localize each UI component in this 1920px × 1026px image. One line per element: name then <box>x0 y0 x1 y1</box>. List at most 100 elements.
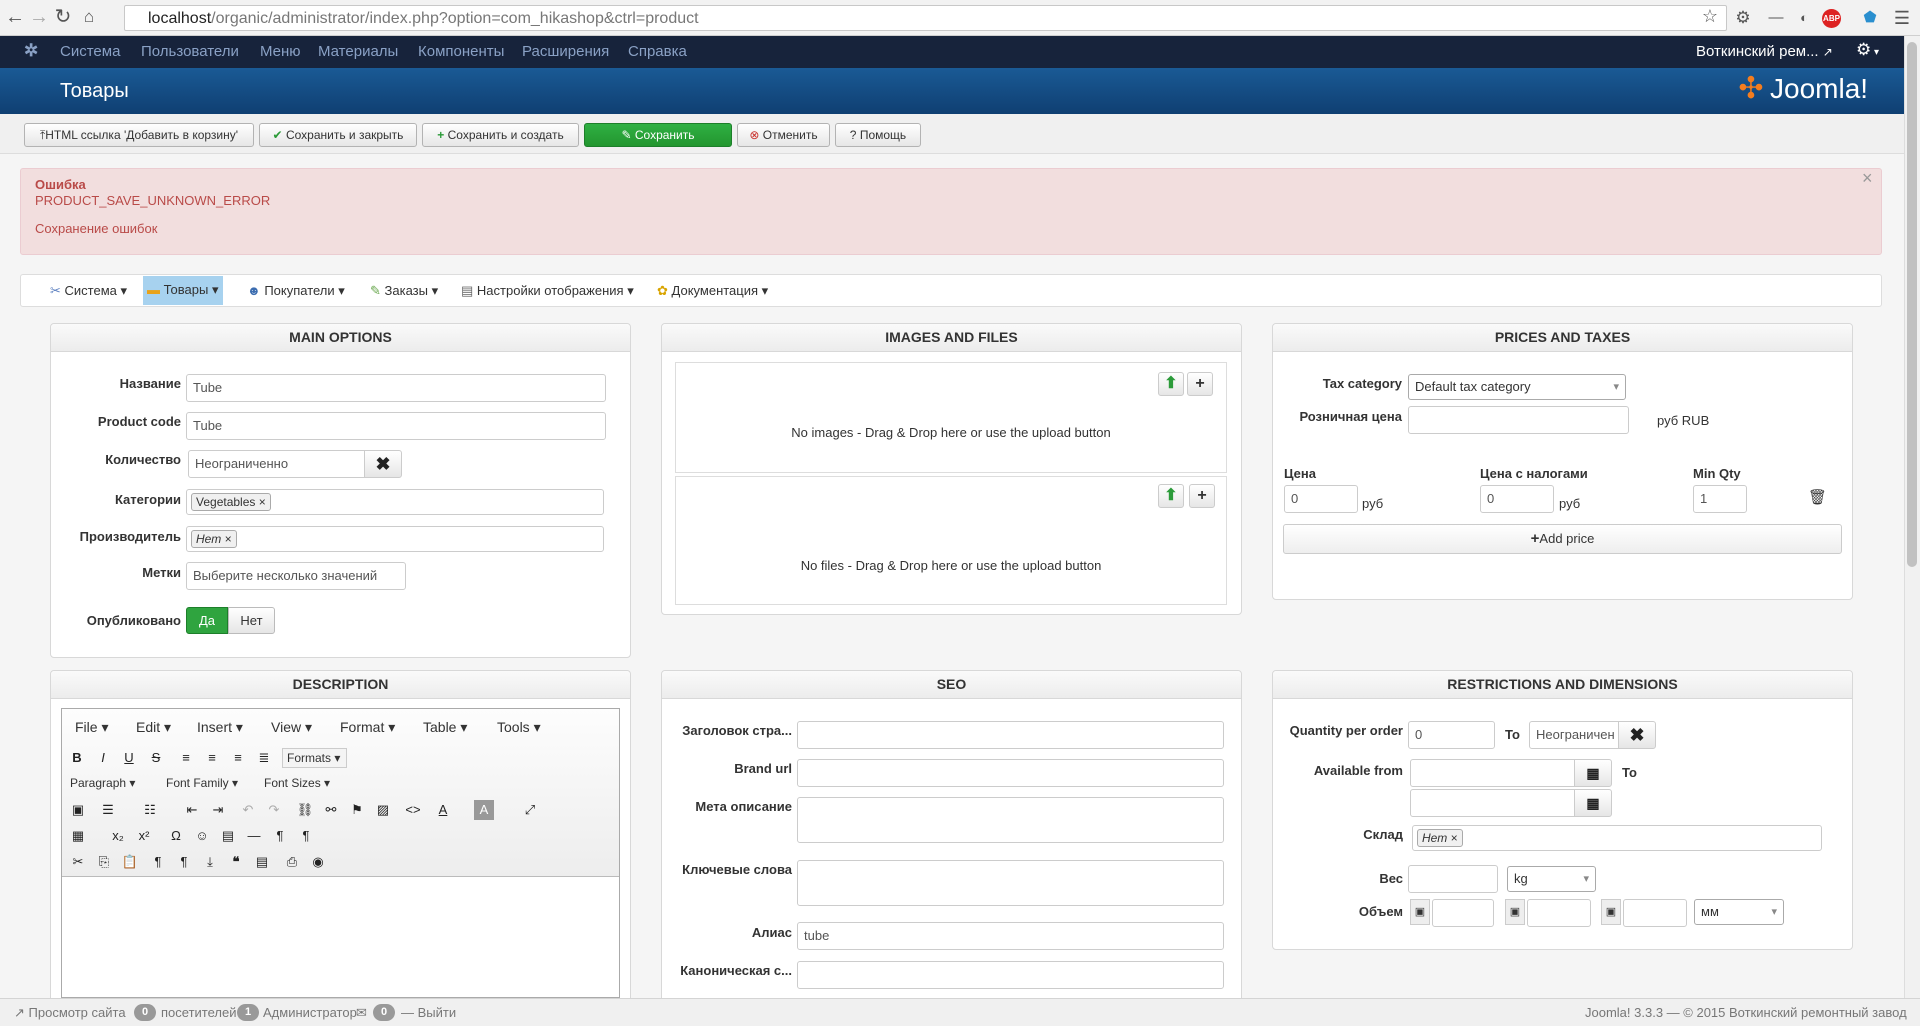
media-icon[interactable]: ▤ <box>218 826 238 846</box>
available-to-input[interactable] <box>1410 789 1575 817</box>
print-icon[interactable]: ⎙ <box>282 852 302 872</box>
html-link-button[interactable]: ⤒HTML ссылка 'Добавить в корзину' <box>24 123 254 147</box>
editor-menu-table[interactable]: Table ▾ <box>423 719 467 735</box>
extension-icon[interactable]: ⬟ <box>1860 9 1880 27</box>
name-input[interactable]: Tube <box>186 374 606 402</box>
product-code-input[interactable]: Tube <box>186 412 606 440</box>
topmenu-content[interactable]: Материалы <box>318 44 398 60</box>
meta-description-textarea[interactable] <box>797 797 1224 843</box>
weight-input[interactable] <box>1408 865 1498 893</box>
strikethrough-icon[interactable]: S <box>146 748 166 768</box>
volume-unit-select[interactable]: мм <box>1694 899 1784 925</box>
outdent-icon[interactable]: ⇤ <box>182 800 202 820</box>
brand-url-input[interactable] <box>797 759 1224 787</box>
alias-input[interactable]: tube <box>797 922 1224 950</box>
image-icon[interactable]: ▨ <box>373 800 393 820</box>
hikamenu-system[interactable]: ✂ Система ▾ <box>50 281 127 303</box>
formats-dropdown[interactable]: Formats ▾ <box>282 748 347 768</box>
warehouse-field[interactable] <box>1412 825 1822 851</box>
site-link[interactable]: Воткинский рем... ↗ <box>1696 44 1833 60</box>
hikamenu-docs[interactable]: ✿ Документация ▾ <box>657 281 768 303</box>
hikamenu-customers[interactable]: ☻ Покупатели ▾ <box>247 281 345 303</box>
save-button[interactable]: ✎ Сохранить <box>584 123 732 147</box>
indent-icon[interactable]: ⇥ <box>208 800 228 820</box>
paragraph-dropdown[interactable]: Paragraph ▾ <box>66 774 156 794</box>
calendar-icon[interactable]: ▦ <box>1574 789 1612 817</box>
hikamenu-orders[interactable]: ✎ Заказы ▾ <box>370 281 438 303</box>
horizontal-rule-icon[interactable]: — <box>244 826 264 846</box>
tags-input[interactable]: Выберите несколько значений <box>186 562 406 590</box>
published-no-button[interactable]: Нет <box>228 607 275 634</box>
text-color-icon[interactable]: A <box>433 800 453 820</box>
bold-icon[interactable]: B <box>67 748 87 768</box>
topmenu-menus[interactable]: Меню <box>260 44 301 60</box>
gear-icon[interactable]: ⚙ <box>1733 9 1753 27</box>
justify-icon[interactable]: ≣ <box>254 748 274 768</box>
quantity-to-input[interactable]: Неограничен <box>1529 721 1619 749</box>
quantity-clear-button[interactable]: ✖ <box>364 450 402 478</box>
topmenu-components[interactable]: Компоненты <box>418 44 504 60</box>
topmenu-help[interactable]: Справка <box>628 44 687 60</box>
editor-menu-format[interactable]: Format ▾ <box>340 719 395 735</box>
bullet-list-icon[interactable]: ☰ <box>98 800 118 820</box>
visual-chars-icon[interactable]: ¶ <box>174 852 194 872</box>
italic-icon[interactable]: I <box>93 748 113 768</box>
weight-unit-select[interactable]: kg <box>1507 866 1596 892</box>
redo-icon[interactable]: ↷ <box>264 800 284 820</box>
retail-price-input[interactable] <box>1408 406 1629 434</box>
add-price-button[interactable]: +Add price <box>1283 524 1842 554</box>
abp-icon[interactable]: ABP <box>1822 9 1841 28</box>
delete-price-icon[interactable]: 🗑 <box>1808 489 1827 507</box>
published-yes-button[interactable]: Да <box>186 607 228 634</box>
unlink-icon[interactable]: ⚯ <box>321 800 341 820</box>
price-input[interactable]: 0 <box>1284 485 1358 513</box>
add-image-icon[interactable]: + <box>1187 372 1213 396</box>
forward-icon[interactable]: → <box>28 6 50 28</box>
upload-image-icon[interactable]: ⬆ <box>1158 372 1184 396</box>
quantity-from-input[interactable]: 0 <box>1408 721 1495 749</box>
menu-icon[interactable]: ☰ <box>1892 9 1912 27</box>
special-char-icon[interactable]: Ω <box>166 826 186 846</box>
font-sizes-dropdown[interactable]: Font Sizes ▾ <box>260 774 352 794</box>
length-input[interactable] <box>1432 899 1494 927</box>
rtl-icon[interactable]: ¶ <box>296 826 316 846</box>
available-from-input[interactable] <box>1410 759 1575 787</box>
canonical-url-input[interactable] <box>797 961 1224 989</box>
remove-tag-icon[interactable]: × <box>1451 831 1458 845</box>
undo-icon[interactable]: ↶ <box>238 800 258 820</box>
topmenu-system[interactable]: Система <box>60 44 120 60</box>
editor-menu-insert[interactable]: Insert ▾ <box>197 719 243 735</box>
editor-menu-tools[interactable]: Tools ▾ <box>497 719 541 735</box>
files-dropzone[interactable] <box>675 476 1227 605</box>
ltr-icon[interactable]: ¶ <box>270 826 290 846</box>
manufacturer-field[interactable] <box>186 526 604 552</box>
blockquote-icon[interactable]: ❝ <box>226 852 246 872</box>
quantity-input[interactable]: Неограниченно <box>188 450 365 478</box>
remove-tag-icon[interactable]: × <box>225 532 232 546</box>
alert-close-icon[interactable]: × <box>1862 168 1873 188</box>
preview-icon[interactable]: ◉ <box>308 852 328 872</box>
bookmark-icon[interactable]: ⚑ <box>347 800 367 820</box>
topmenu-extensions[interactable]: Расширения <box>522 44 609 60</box>
reload-icon[interactable]: ↻ <box>52 6 74 28</box>
editor-menu-file[interactable]: File ▾ <box>75 719 108 735</box>
joomla-icon[interactable]: ✲ <box>24 42 42 60</box>
hikamenu-display[interactable]: ▤ Настройки отображения ▾ <box>461 281 634 303</box>
save-close-button[interactable]: ✔ Сохранить и закрыть <box>259 123 417 147</box>
editor-menu-view[interactable]: View ▾ <box>271 719 312 735</box>
help-button[interactable]: ? Помощь <box>835 123 921 147</box>
cancel-button[interactable]: ⊗ Отменить <box>737 123 830 147</box>
calendar-icon[interactable]: ▦ <box>1574 759 1612 787</box>
table-icon[interactable]: ▦ <box>68 826 88 846</box>
upload-file-icon[interactable]: ⬆ <box>1158 484 1184 508</box>
remove-tag-icon[interactable]: × <box>259 495 266 509</box>
show-blocks-icon[interactable]: ¶ <box>148 852 168 872</box>
align-center-icon[interactable]: ≡ <box>202 748 222 768</box>
hikamenu-products[interactable]: ▬ Товары ▾ <box>143 276 223 305</box>
extension-icon[interactable]: ◐ <box>1794 9 1814 27</box>
find-icon[interactable]: ▣ <box>68 800 88 820</box>
code-icon[interactable]: <> <box>403 800 423 820</box>
align-left-icon[interactable]: ≡ <box>176 748 196 768</box>
align-right-icon[interactable]: ≡ <box>228 748 248 768</box>
superscript-icon[interactable]: x² <box>134 826 154 846</box>
